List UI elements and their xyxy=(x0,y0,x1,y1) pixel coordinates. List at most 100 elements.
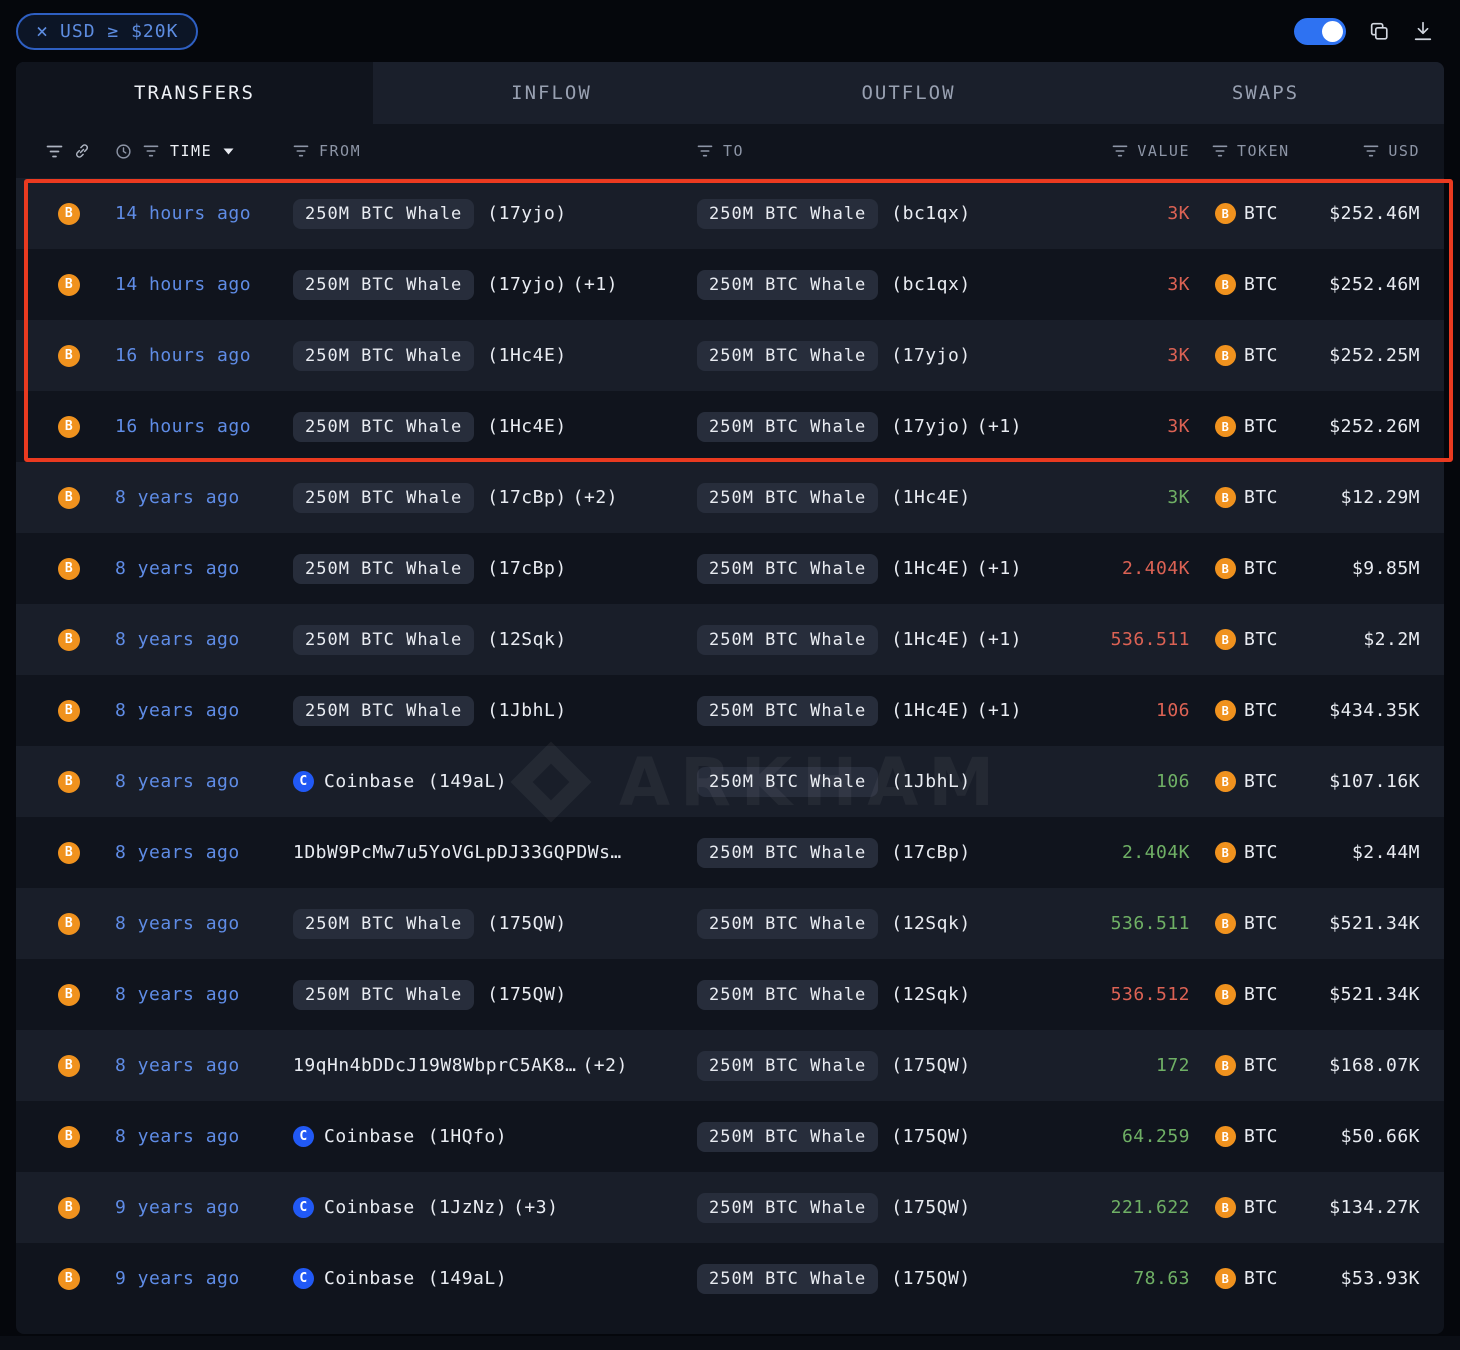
entity-chip[interactable]: 250M BTC Whale xyxy=(293,270,474,300)
table-row[interactable]: B14 hours ago250M BTC WhaleC(17yjo)(+1)2… xyxy=(16,249,1444,320)
value-filter-icon[interactable] xyxy=(1112,144,1128,158)
entity-chip[interactable]: 250M BTC Whale xyxy=(697,554,878,584)
entity-chip[interactable]: 250M BTC Whale xyxy=(293,412,474,442)
entity-chip[interactable]: 250M BTC Whale xyxy=(293,909,474,939)
entity-chip[interactable]: 250M BTC Whale xyxy=(697,625,878,655)
row-to[interactable]: 250M BTC WhaleC(17yjo)(+1) xyxy=(697,412,1106,442)
entity-chip[interactable]: 250M BTC Whale xyxy=(293,483,474,513)
row-time[interactable]: 8 years ago xyxy=(115,1126,293,1147)
row-to[interactable]: 250M BTC WhaleC(175QW) xyxy=(697,1122,1106,1152)
entity-chip[interactable]: 250M BTC Whale xyxy=(697,270,878,300)
row-to[interactable]: 250M BTC WhaleC(175QW) xyxy=(697,1051,1106,1081)
table-row[interactable]: B14 hours ago250M BTC WhaleC(17yjo)250M … xyxy=(16,178,1444,249)
row-to[interactable]: 250M BTC WhaleC(12Sqk) xyxy=(697,909,1106,939)
row-from[interactable]: C1DbW9PcMw7u5YoVGLpDJ33GQPDWs… xyxy=(293,842,697,863)
row-time[interactable]: 16 hours ago xyxy=(115,345,293,366)
table-row[interactable]: B8 years ago250M BTC WhaleC(1JbhL)250M B… xyxy=(16,675,1444,746)
row-to[interactable]: 250M BTC WhaleC(17cBp) xyxy=(697,838,1106,868)
copy-icon[interactable] xyxy=(1368,20,1390,42)
token-filter-icon[interactable] xyxy=(1212,144,1228,158)
entity-chip[interactable]: 250M BTC Whale xyxy=(293,696,474,726)
column-header-to[interactable]: TO xyxy=(723,142,744,160)
table-row[interactable]: B8 years agoC1DbW9PcMw7u5YoVGLpDJ33GQPDW… xyxy=(16,817,1444,888)
row-to[interactable]: 250M BTC WhaleC(1Hc4E) xyxy=(697,483,1106,513)
entity-chip[interactable]: 250M BTC Whale xyxy=(697,483,878,513)
row-time[interactable]: 8 years ago xyxy=(115,487,293,508)
row-to[interactable]: 250M BTC WhaleC(bc1qx) xyxy=(697,199,1106,229)
row-from[interactable]: 250M BTC WhaleC(12Sqk) xyxy=(293,625,697,655)
column-header-usd[interactable]: USD xyxy=(1388,142,1420,160)
row-to[interactable]: 250M BTC WhaleC(17yjo) xyxy=(697,341,1106,371)
row-to[interactable]: 250M BTC WhaleC(1Hc4E)(+1) xyxy=(697,625,1106,655)
usd-filter-chip[interactable]: × USD ≥ $20K xyxy=(16,13,198,50)
row-to[interactable]: 250M BTC WhaleC(1Hc4E)(+1) xyxy=(697,696,1106,726)
row-time[interactable]: 8 years ago xyxy=(115,842,293,863)
column-header-time[interactable]: TIME xyxy=(170,142,212,160)
row-to[interactable]: 250M BTC WhaleC(175QW) xyxy=(697,1193,1106,1223)
entity-chip[interactable]: 250M BTC Whale xyxy=(697,1051,878,1081)
table-row[interactable]: B8 years ago250M BTC WhaleC(12Sqk)250M B… xyxy=(16,604,1444,675)
row-time[interactable]: 8 years ago xyxy=(115,629,293,650)
time-filter-icon[interactable] xyxy=(143,144,159,158)
exchange-entity[interactable]: CCoinbase xyxy=(293,1268,415,1289)
exchange-entity[interactable]: CCoinbase xyxy=(293,1197,415,1218)
table-row[interactable]: B9 years agoCCoinbase(149aL)250M BTC Wha… xyxy=(16,1243,1444,1314)
row-time[interactable]: 14 hours ago xyxy=(115,203,293,224)
clock-icon[interactable] xyxy=(115,143,132,160)
entity-chip[interactable]: 250M BTC Whale xyxy=(293,980,474,1010)
row-from[interactable]: 250M BTC WhaleC(175QW) xyxy=(293,980,697,1010)
tab-outflow[interactable]: OUTFLOW xyxy=(730,62,1087,124)
row-time[interactable]: 8 years ago xyxy=(115,1055,293,1076)
row-time[interactable]: 8 years ago xyxy=(115,913,293,934)
entity-chip[interactable]: 250M BTC Whale xyxy=(697,1122,878,1152)
exchange-entity[interactable]: CCoinbase xyxy=(293,771,415,792)
row-from[interactable]: 250M BTC WhaleC(17cBp) xyxy=(293,554,697,584)
row-to[interactable]: 250M BTC WhaleC(175QW) xyxy=(697,1264,1106,1294)
entity-chip[interactable]: 250M BTC Whale xyxy=(293,341,474,371)
to-filter-icon[interactable] xyxy=(697,144,713,158)
usd-filter-icon[interactable] xyxy=(1363,144,1379,158)
row-from[interactable]: CCoinbase(1JzNz)(+3) xyxy=(293,1197,697,1218)
column-header-from[interactable]: FROM xyxy=(319,142,361,160)
row-from[interactable]: 250M BTC WhaleC(17yjo) xyxy=(293,199,697,229)
table-row[interactable]: B8 years ago250M BTC WhaleC(175QW)250M B… xyxy=(16,888,1444,959)
table-row[interactable]: B16 hours ago250M BTC WhaleC(1Hc4E)250M … xyxy=(16,391,1444,462)
link-icon[interactable] xyxy=(73,142,91,160)
row-from[interactable]: C19qHn4bDDcJ19W8WbprC5AK8…(+2) xyxy=(293,1055,697,1076)
close-icon[interactable]: × xyxy=(36,21,49,41)
row-to[interactable]: 250M BTC WhaleC(1JbhL) xyxy=(697,767,1106,797)
row-from[interactable]: CCoinbase(149aL) xyxy=(293,771,697,792)
row-time[interactable]: 9 years ago xyxy=(115,1268,293,1289)
row-from[interactable]: 250M BTC WhaleC(1JbhL) xyxy=(293,696,697,726)
entity-chip[interactable]: 250M BTC Whale xyxy=(697,980,878,1010)
table-row[interactable]: B8 years agoCCoinbase(149aL)250M BTC Wha… xyxy=(16,746,1444,817)
table-row[interactable]: B8 years agoC19qHn4bDDcJ19W8WbprC5AK8…(+… xyxy=(16,1030,1444,1101)
table-row[interactable]: B9 years agoCCoinbase(1JzNz)(+3)250M BTC… xyxy=(16,1172,1444,1243)
row-to[interactable]: 250M BTC WhaleC(bc1qx) xyxy=(697,270,1106,300)
raw-address[interactable]: 19qHn4bDDcJ19W8WbprC5AK8… xyxy=(293,1055,576,1076)
table-row[interactable]: B16 hours ago250M BTC WhaleC(1Hc4E)250M … xyxy=(16,320,1444,391)
row-from[interactable]: CCoinbase(1HQfo) xyxy=(293,1126,697,1147)
row-time[interactable]: 8 years ago xyxy=(115,984,293,1005)
row-time[interactable]: 8 years ago xyxy=(115,558,293,579)
row-from[interactable]: 250M BTC WhaleC(1Hc4E) xyxy=(293,341,697,371)
entity-chip[interactable]: 250M BTC Whale xyxy=(697,341,878,371)
row-from[interactable]: 250M BTC WhaleC(1Hc4E) xyxy=(293,412,697,442)
row-time[interactable]: 8 years ago xyxy=(115,700,293,721)
table-row[interactable]: B8 years ago250M BTC WhaleC(175QW)250M B… xyxy=(16,959,1444,1030)
download-icon[interactable] xyxy=(1412,20,1434,42)
entity-chip[interactable]: 250M BTC Whale xyxy=(293,199,474,229)
column-header-token[interactable]: TOKEN xyxy=(1237,142,1290,160)
exchange-entity[interactable]: CCoinbase xyxy=(293,1126,415,1147)
row-to[interactable]: 250M BTC WhaleC(12Sqk) xyxy=(697,980,1106,1010)
raw-address[interactable]: 1DbW9PcMw7u5YoVGLpDJ33GQPDWs… xyxy=(293,842,622,863)
row-to[interactable]: 250M BTC WhaleC(1Hc4E)(+1) xyxy=(697,554,1106,584)
row-time[interactable]: 8 years ago xyxy=(115,771,293,792)
entity-chip[interactable]: 250M BTC Whale xyxy=(697,412,878,442)
filter-sliders-icon[interactable] xyxy=(46,144,63,159)
tab-swaps[interactable]: SWAPS xyxy=(1087,62,1444,124)
row-from[interactable]: 250M BTC WhaleC(17cBp)(+2) xyxy=(293,483,697,513)
entity-chip[interactable]: 250M BTC Whale xyxy=(697,199,878,229)
entity-chip[interactable]: 250M BTC Whale xyxy=(697,696,878,726)
tab-inflow[interactable]: INFLOW xyxy=(373,62,730,124)
